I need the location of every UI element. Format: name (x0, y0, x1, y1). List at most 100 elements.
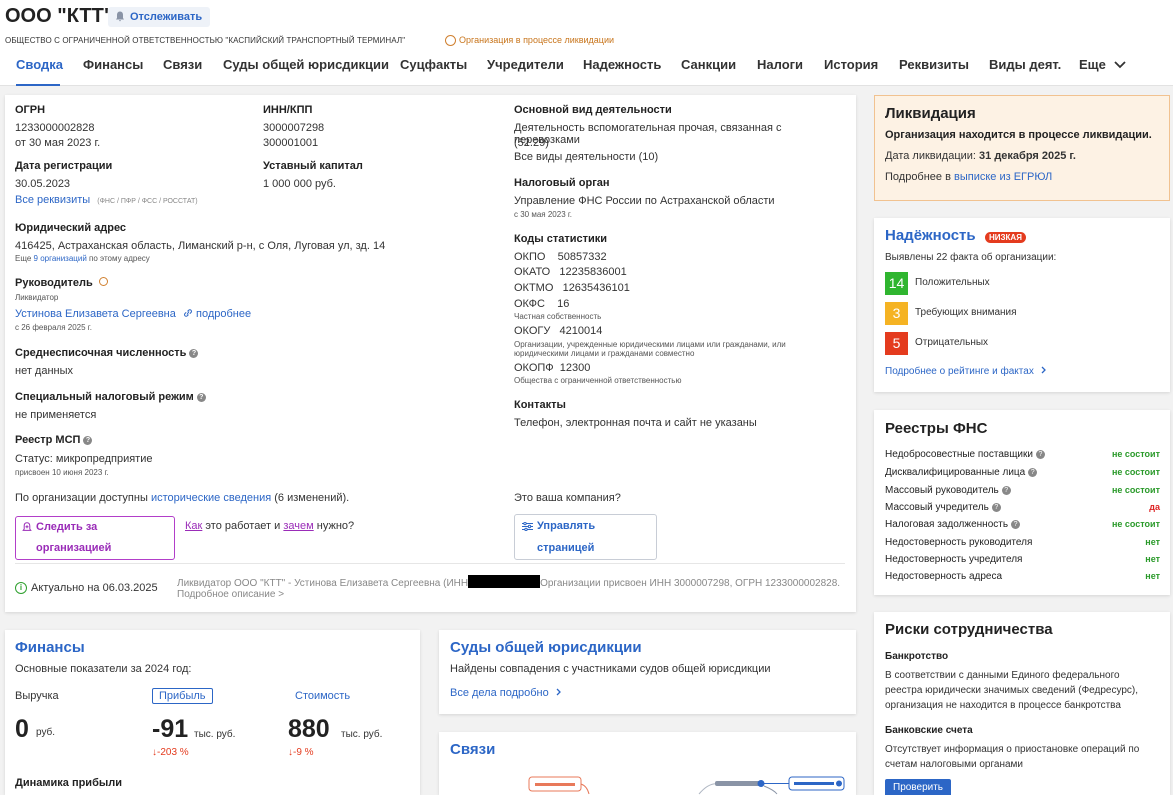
egrul-link[interactable]: выписке из ЕГРЮЛ (954, 171, 1052, 183)
all-requisites-link[interactable]: Все реквизиты (15, 194, 90, 206)
summary-card: ОГРН 1233000002828 от 30 мая 2023 г. Дат… (5, 95, 856, 612)
footer-description: Ликвидатор ООО "КТТ" - Устинова Елизавет… (177, 575, 847, 589)
tab-finance[interactable]: Финансы (83, 56, 143, 86)
help-icon[interactable]: ? (83, 436, 93, 445)
okopf-desc: Общества с ограниченной ответственностью (514, 376, 682, 385)
chevron-down-icon (1113, 61, 1126, 69)
address-label: Юридический адрес (15, 222, 127, 234)
tab-history[interactable]: История (824, 56, 878, 86)
address-value: 416425, Астраханская область, Лиманский … (15, 240, 386, 252)
footer-more-link[interactable]: Подробное описание > (177, 589, 284, 600)
history-text: По организации доступны исторические све… (15, 492, 349, 504)
link-icon (183, 309, 192, 317)
divider (15, 563, 845, 564)
bank-accounts-text-2: счетам налоговыми органами (885, 759, 1023, 770)
page-header: ООО "КТТ" Отслеживать ОБЩЕСТВО С ОГРАНИЧ… (0, 0, 1173, 86)
own-company-question: Это ваша компания? (514, 492, 621, 504)
company-full-name: ОБЩЕСТВО С ОГРАНИЧЕННОЙ ОТВЕТСТВЕННОСТЬЮ… (5, 36, 406, 45)
check-button[interactable]: Проверить (885, 779, 952, 795)
inn-label: ИНН/КПП (263, 104, 313, 116)
address-orgs-link[interactable]: 9 организаций (34, 254, 87, 263)
actual-date: i Актуально на 06.03.2025 (15, 582, 158, 594)
kpp-value: 300001001 (263, 137, 319, 149)
bankruptcy-label: Банкротство (885, 651, 949, 662)
tax-regime-label-text: Специальный налоговый режим (15, 391, 194, 403)
liquidation-more: Подробнее в выписке из ЕГРЮЛ (885, 171, 1052, 183)
positive-label[interactable]: Положительных (915, 277, 990, 288)
courts-more[interactable]: Все дела подробно (450, 687, 562, 699)
registries-card: Реестры ФНС Недобросовестные поставщики?… (874, 410, 1170, 595)
help-icon[interactable]: ? (1028, 468, 1038, 477)
msp-label: Реестр МСП? (15, 434, 93, 446)
activity-value: Деятельность вспомогательная прочая, свя… (514, 122, 782, 146)
risks-card: Риски сотрудничества Банкротство В соотв… (874, 612, 1170, 795)
tax-office-date: с 30 мая 2023 г. (514, 210, 573, 219)
revenue-unit: руб. (36, 727, 56, 738)
courts-text: Найдены совпадения с участниками судов о… (450, 663, 771, 675)
liquidation-title: Ликвидация (885, 105, 976, 122)
finance-title[interactable]: Финансы (15, 639, 85, 656)
track-button[interactable]: Отслеживать (108, 7, 211, 27)
tab-sanctions[interactable]: Санкции (681, 56, 736, 86)
msp-status: Статус: микропредприятие (15, 453, 153, 465)
links-title[interactable]: Связи (450, 741, 495, 758)
tab-facts[interactable]: Суцфакты (400, 56, 467, 86)
liquidation-status-text: Организация в процессе ликвидации (459, 35, 615, 45)
help-icon[interactable]: ? (1011, 520, 1021, 529)
tab-taxes[interactable]: Налоги (757, 56, 803, 86)
clock-icon (98, 277, 108, 286)
how-link[interactable]: Как (185, 520, 202, 532)
sliders-icon (522, 522, 533, 531)
value-tab[interactable]: Стоимость (295, 690, 350, 702)
registry-label: Дисквалифицированные лица (885, 467, 1026, 478)
attention-label[interactable]: Требующих внимания (915, 307, 1017, 318)
help-icon[interactable]: ? (991, 503, 1001, 512)
tax-regime-label: Специальный налоговый режим? (15, 391, 206, 403)
registry-row: Недостоверность руководителя нет (885, 537, 1160, 548)
tab-founders[interactable]: Учредители (487, 56, 564, 86)
tab-more[interactable]: Еще (1079, 56, 1126, 86)
okogu-desc: Организации, учрежденные юридическими ли… (514, 340, 786, 358)
profit-tab[interactable]: Прибыль (152, 688, 213, 704)
all-activities-link[interactable]: Все виды деятельности (10) (514, 151, 658, 163)
help-icon[interactable]: ? (1035, 450, 1045, 459)
manage-page-button[interactable]: Управлять страницей (514, 514, 657, 560)
history-link[interactable]: исторические сведения (151, 492, 271, 504)
reliability-title[interactable]: Надёжность (885, 227, 976, 244)
courts-more-link[interactable]: Все дела подробно (450, 687, 549, 699)
value-change: ↓-9 % (288, 747, 314, 758)
tax-office-value: Управление ФНС России по Астраханской об… (514, 195, 775, 207)
head-more-link[interactable]: подробнее (196, 308, 251, 320)
liquidation-status: Организация в процессе ликвидации (445, 35, 615, 46)
registry-status: нет (1145, 554, 1160, 564)
footer-desc-a: Ликвидатор ООО "КТТ" - Устинова Елизавет… (177, 578, 469, 589)
liquidation-card: Ликвидация Организация находится в проце… (874, 95, 1170, 201)
courts-title[interactable]: Суды общей юрисдикции (450, 639, 642, 656)
head-row: Устинова Елизавета Сергеевна подробнее (15, 308, 251, 320)
head-name-link[interactable]: Устинова Елизавета Сергеевна (15, 308, 176, 320)
help-icon[interactable]: ? (189, 349, 199, 358)
capital-label: Уставный капитал (263, 160, 363, 172)
why-link[interactable]: зачем (283, 520, 313, 532)
registry-status: не состоит (1111, 449, 1160, 459)
tab-courts[interactable]: Суды общей юрисдикции (223, 56, 389, 86)
tab-links[interactable]: Связи (163, 56, 202, 86)
bank-accounts-text-1: Отсутствует информация о приостановке оп… (885, 744, 1140, 755)
chevron-right-icon (1041, 366, 1046, 374)
registry-row: Дисквалифицированные лица? не состоит (885, 467, 1160, 478)
help-icon[interactable]: ? (196, 393, 206, 402)
reliability-more-link[interactable]: Подробнее о рейтинге и фактах (885, 366, 1034, 377)
tab-summary[interactable]: Сводка (16, 56, 63, 86)
follow-button[interactable]: Следить за организацией (15, 516, 175, 560)
profit-value: -91 (152, 715, 189, 743)
liquidation-date-row: Дата ликвидации: 31 декабря 2025 г. (885, 150, 1076, 162)
tab-requisites[interactable]: Реквизиты (899, 56, 969, 86)
finance-subtitle: Основные показатели за 2024 год: (15, 663, 192, 675)
tab-reliability[interactable]: Надежность (583, 56, 661, 86)
links-graph-preview (528, 776, 845, 795)
help-icon[interactable]: ? (1001, 486, 1011, 495)
reliability-more[interactable]: Подробнее о рейтинге и фактах (885, 366, 1047, 377)
tab-activities[interactable]: Виды деят. (989, 56, 1061, 86)
registry-label: Недобросовестные поставщики (885, 449, 1033, 460)
negative-label[interactable]: Отрицательных (915, 337, 988, 348)
